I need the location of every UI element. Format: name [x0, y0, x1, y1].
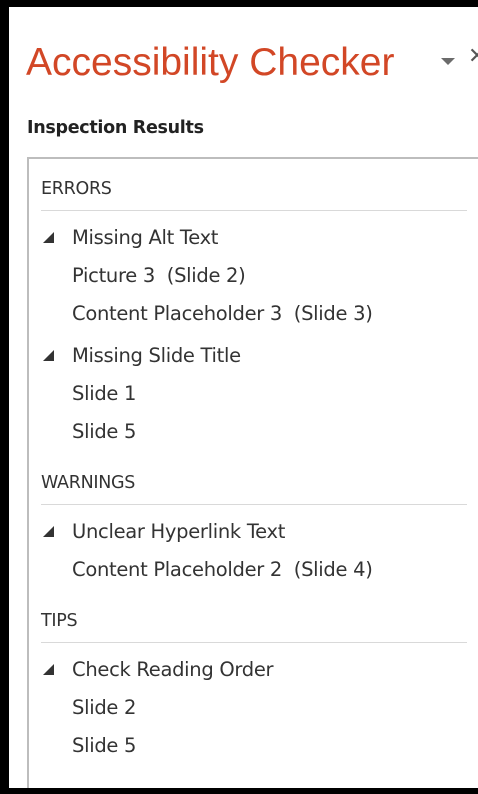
- issue-label: Unclear Hyperlink Text: [72, 520, 286, 543]
- inspection-results-label: Inspection Results: [27, 118, 204, 138]
- list-item[interactable]: Content Placeholder 2 (Slide 4): [72, 555, 373, 585]
- close-icon: ✕: [468, 44, 478, 69]
- issue-label: Check Reading Order: [72, 658, 274, 681]
- group-header-tips: TIPS: [41, 611, 78, 631]
- expand-triangle-icon[interactable]: [43, 350, 54, 361]
- list-item[interactable]: Picture 3 (Slide 2): [72, 261, 246, 291]
- pane-header: Accessibility Checker ✕: [26, 41, 478, 97]
- issue-label: Missing Alt Text: [72, 226, 219, 249]
- divider: [41, 210, 467, 211]
- group-header-warnings: WARNINGS: [41, 473, 136, 493]
- list-item[interactable]: Slide 2: [72, 693, 136, 723]
- list-item[interactable]: Slide 5: [72, 731, 136, 761]
- expand-triangle-icon[interactable]: [43, 232, 54, 243]
- divider: [41, 504, 467, 505]
- issue-label: Missing Slide Title: [72, 344, 241, 367]
- close-button[interactable]: ✕: [468, 45, 478, 69]
- expand-triangle-icon[interactable]: [43, 664, 54, 675]
- pane-options-button[interactable]: [439, 53, 457, 69]
- issue-missing-alt-text[interactable]: Missing Alt Text: [39, 223, 469, 253]
- issue-unclear-hyperlink-text[interactable]: Unclear Hyperlink Text: [39, 517, 469, 547]
- expand-triangle-icon[interactable]: [43, 526, 54, 537]
- issue-missing-slide-title[interactable]: Missing Slide Title: [39, 341, 469, 371]
- group-header-errors: ERRORS: [41, 179, 112, 199]
- divider: [41, 642, 467, 643]
- pane-title: Accessibility Checker: [26, 41, 395, 84]
- list-item[interactable]: Slide 5: [72, 417, 136, 447]
- inspection-results-list[interactable]: ERRORS Missing Alt Text Picture 3 (Slide…: [27, 157, 478, 788]
- issue-check-reading-order[interactable]: Check Reading Order: [39, 655, 469, 685]
- list-item[interactable]: Content Placeholder 3 (Slide 3): [72, 299, 373, 329]
- list-item[interactable]: Slide 1: [72, 379, 136, 409]
- dropdown-triangle-icon: [441, 58, 455, 65]
- task-pane-frame: Accessibility Checker ✕ Inspection Resul…: [0, 0, 478, 794]
